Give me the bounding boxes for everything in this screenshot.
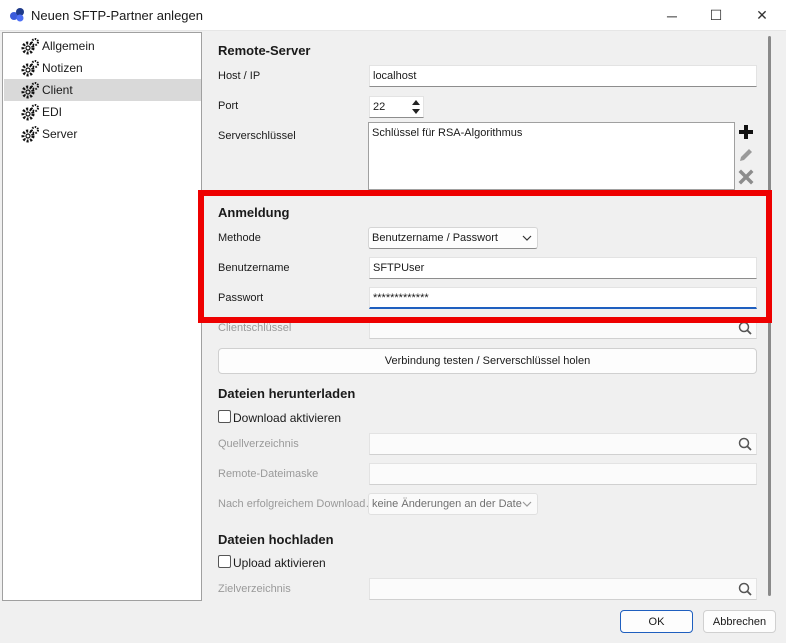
port-stepper[interactable]: 22 [369, 96, 424, 118]
remote-server-heading: Remote-Server [218, 43, 311, 58]
gears-icon [21, 60, 39, 77]
source-dir-label: Quellverzeichnis [218, 438, 299, 450]
download-heading: Dateien herunterladen [218, 386, 356, 401]
after-download-select[interactable]: keine Änderungen an der Date [368, 493, 538, 515]
sidebar-item-edi[interactable]: EDI [4, 101, 201, 123]
download-checkbox[interactable] [218, 410, 231, 423]
login-highlight-frame [198, 190, 772, 323]
source-dir-input[interactable] [369, 433, 757, 455]
server-key-label: Serverschlüssel [218, 130, 296, 142]
sidebar-item-client[interactable]: Client [4, 79, 201, 101]
server-key-textarea[interactable]: Schlüssel für RSA-Algorithmus [368, 122, 735, 190]
ok-button[interactable]: OK [620, 610, 693, 633]
app-icon [10, 8, 24, 22]
edit-pencil-icon[interactable] [738, 147, 754, 163]
upload-checkbox-label: Upload aktivieren [233, 556, 326, 570]
remote-mask-label: Remote-Dateimaske [218, 468, 319, 480]
gears-icon [21, 38, 39, 55]
close-icon: ✕ [756, 7, 768, 23]
after-download-label: Nach erfolgreichem Download… [218, 498, 377, 510]
sidebar-item-notizen[interactable]: Notizen [4, 57, 201, 79]
minimize-icon: ─ [667, 7, 677, 24]
upload-heading: Dateien hochladen [218, 532, 334, 547]
sidebar: Allgemein Notizen Client EDI Server [2, 32, 202, 601]
title-bar: Neuen SFTP-Partner anlegen ─ ☐ ✕ [0, 0, 786, 31]
maximize-icon: ☐ [709, 7, 723, 23]
download-checkbox-label: Download aktivieren [233, 411, 342, 425]
add-icon[interactable] [738, 124, 754, 140]
gears-icon [21, 82, 39, 99]
close-button[interactable]: ✕ [740, 0, 784, 31]
port-value: 22 [373, 101, 386, 113]
sidebar-item-label: Server [42, 127, 78, 141]
cancel-button[interactable]: Abbrechen [703, 610, 776, 633]
sidebar-item-server[interactable]: Server [4, 123, 201, 145]
search-icon[interactable] [738, 437, 752, 451]
sidebar-item-label: Notizen [42, 61, 83, 75]
port-label: Port [218, 100, 239, 112]
sidebar-item-label: EDI [42, 105, 63, 119]
host-input[interactable]: localhost [369, 65, 757, 87]
after-download-value: keine Änderungen an der Date [372, 498, 522, 510]
maximize-button[interactable]: ☐ [694, 0, 738, 31]
target-dir-label: Zielverzeichnis [218, 583, 291, 595]
gears-icon [21, 104, 39, 121]
sidebar-item-allgemein[interactable]: Allgemein [4, 35, 201, 57]
minimize-button[interactable]: ─ [650, 0, 694, 31]
chevron-down-icon [522, 501, 532, 507]
client-key-label: Clientschlüssel [218, 322, 292, 334]
delete-x-icon[interactable] [738, 169, 754, 185]
target-dir-input[interactable] [369, 578, 757, 600]
spinner-arrows-icon[interactable] [410, 97, 422, 117]
search-icon[interactable] [738, 582, 752, 596]
search-icon[interactable] [738, 321, 752, 335]
window-title: Neuen SFTP-Partner anlegen [31, 8, 203, 23]
gears-icon [21, 126, 39, 143]
host-label: Host / IP [218, 70, 261, 82]
upload-checkbox[interactable] [218, 555, 231, 568]
test-connection-button[interactable]: Verbindung testen / Serverschlüssel hole… [218, 348, 757, 374]
sidebar-item-label: Client [42, 83, 73, 97]
sidebar-item-label: Allgemein [42, 39, 95, 53]
remote-mask-input[interactable] [369, 463, 757, 485]
